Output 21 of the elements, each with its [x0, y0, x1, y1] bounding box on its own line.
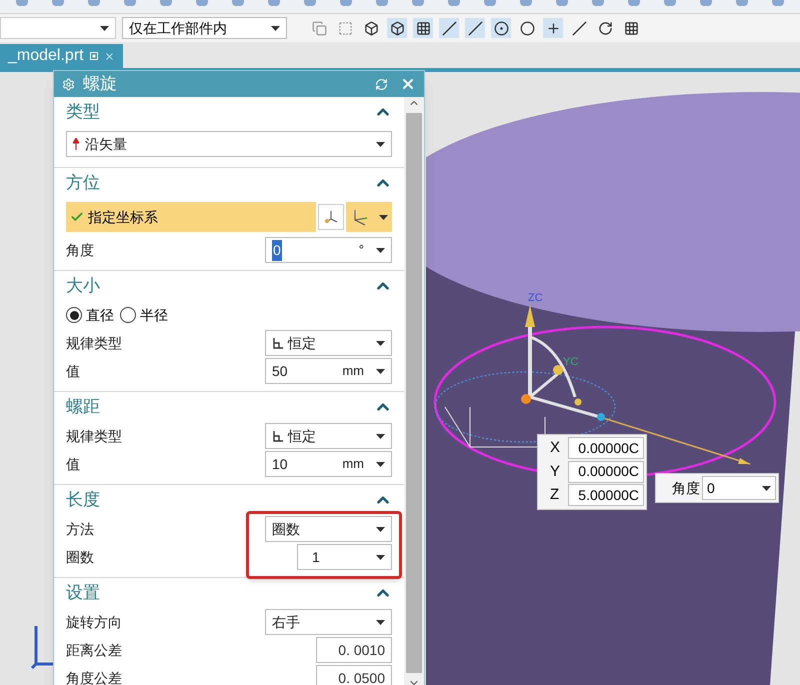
field-label: 规律类型: [66, 334, 122, 352]
field-label: 规律类型: [66, 426, 122, 446]
field-label: 距离公差: [66, 640, 122, 660]
angle-label: 角度: [672, 478, 700, 498]
axis-label: Z: [550, 485, 560, 505]
field-label: 值: [66, 362, 80, 380]
section-title: 长度: [66, 489, 100, 512]
axis-label: X: [550, 438, 562, 458]
field-label: 方法: [66, 520, 94, 538]
section-title: 方位: [66, 172, 100, 194]
field-label: 角度: [66, 240, 94, 260]
axis-label: Y: [550, 462, 562, 482]
section-title: 设置: [66, 582, 100, 604]
section-title: 螺距: [66, 396, 100, 418]
field-label: 圈数: [66, 548, 94, 566]
field-label: 值: [66, 454, 80, 474]
field-label: 角度公差: [66, 668, 122, 685]
dialog-title: 螺旋: [83, 73, 117, 96]
section-title: 类型: [66, 101, 100, 124]
section-title: 大小: [66, 275, 100, 298]
field-label: 旋转方向: [66, 612, 122, 632]
